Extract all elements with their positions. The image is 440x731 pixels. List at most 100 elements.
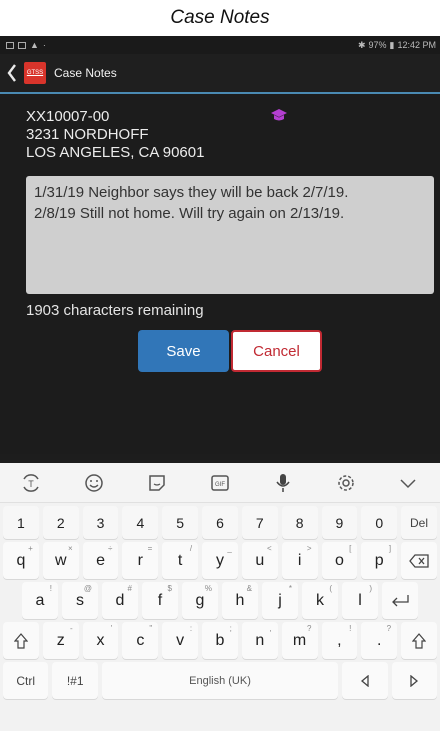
- key-x[interactable]: x ': [82, 622, 119, 659]
- key-5[interactable]: 5: [162, 506, 199, 539]
- key-period[interactable]: .?: [361, 622, 398, 659]
- save-button[interactable]: Save: [138, 330, 229, 372]
- key-label: y: [215, 551, 224, 569]
- key-alt-label: +: [28, 544, 33, 553]
- key-8[interactable]: 8: [281, 506, 318, 539]
- key-label: .: [376, 631, 382, 649]
- key-p[interactable]: p]: [361, 542, 398, 579]
- key-alt-label: ?: [307, 624, 312, 633]
- key-label: p: [374, 551, 384, 569]
- key-k[interactable]: k(: [302, 582, 338, 619]
- key-label: s: [76, 591, 84, 609]
- shift-left-icon[interactable]: [3, 622, 39, 659]
- key-d[interactable]: d #: [102, 582, 138, 619]
- key-9[interactable]: 9: [321, 506, 358, 539]
- key-label: z: [56, 631, 65, 649]
- bluetooth-icon: ✱: [357, 39, 366, 50]
- key-c[interactable]: c ": [122, 622, 159, 659]
- key-e[interactable]: e ÷: [82, 542, 119, 579]
- key-7[interactable]: 7: [241, 506, 278, 539]
- cursor-right-key[interactable]: [391, 662, 438, 699]
- key-alt-label: -: [69, 624, 73, 633]
- settings-icon[interactable]: [326, 465, 366, 501]
- key-label: m: [292, 631, 307, 649]
- key-delete[interactable]: Del: [401, 506, 437, 539]
- svg-text:GIF: GIF: [215, 482, 225, 488]
- back-arrow-icon[interactable]: [4, 58, 20, 88]
- key-label: 0: [375, 514, 384, 531]
- key-b[interactable]: b;: [202, 622, 238, 659]
- key-6[interactable]: 6: [202, 506, 238, 539]
- backspace-icon[interactable]: [401, 542, 437, 579]
- case-address: XX10007-00 3231 NORDHOFF LOS ANGELES, CA…: [26, 108, 204, 162]
- status-icons-left: ▲ ·: [6, 40, 46, 50]
- key-m[interactable]: m?: [281, 622, 318, 659]
- key-h[interactable]: h &: [222, 582, 258, 619]
- device-screen: ▲ · ✱ 97% ▮ 12:42 PM GTSS Case Notes XX1…: [0, 36, 440, 731]
- key-label: t: [177, 551, 183, 569]
- gallery-icon: [6, 41, 14, 49]
- key-2[interactable]: 2: [42, 506, 79, 539]
- ctrl-key[interactable]: Ctrl: [3, 662, 49, 699]
- letter-row-2: a! s @ d # f $ g% h & j * k(l): [0, 582, 440, 619]
- case-notes-textarea[interactable]: 1/31/19 Neighbor says they will be back …: [26, 176, 434, 294]
- key-label: h: [235, 591, 245, 609]
- shift-right-icon[interactable]: [401, 622, 437, 659]
- gif-icon[interactable]: GIF: [200, 465, 240, 501]
- key-z[interactable]: z-: [42, 622, 79, 659]
- key-s[interactable]: s @: [62, 582, 98, 619]
- clock: 12:42 PM: [397, 40, 436, 50]
- key-a[interactable]: a!: [22, 582, 58, 619]
- key-label: 3: [96, 514, 105, 531]
- key-alt-label: /: [189, 544, 193, 553]
- key-r[interactable]: r =: [122, 542, 159, 579]
- key-label: e: [96, 551, 105, 569]
- key-i[interactable]: i >: [281, 542, 318, 579]
- key-label: 1: [17, 514, 25, 531]
- key-t[interactable]: t /: [162, 542, 199, 579]
- key-alt-label: ]: [388, 544, 392, 553]
- key-j[interactable]: j *: [262, 582, 298, 619]
- on-screen-keyboard: T GIF 1 2 3 4 5 6 7 8 9 0 Del q + w × e ÷ r = t / y _ u < i > o[p]: [0, 463, 440, 731]
- key-g[interactable]: g%: [182, 582, 218, 619]
- key-u[interactable]: u <: [241, 542, 278, 579]
- key-1[interactable]: 1: [3, 506, 39, 539]
- key-alt-label: ?: [386, 624, 392, 633]
- key-0[interactable]: 0: [361, 506, 398, 539]
- symbols-key[interactable]: !#1: [52, 662, 98, 699]
- key-v[interactable]: v:: [162, 622, 199, 659]
- enter-icon[interactable]: [382, 582, 418, 619]
- key-label: c: [136, 631, 145, 649]
- key-n[interactable]: n,: [241, 622, 278, 659]
- screenshot-icon: [18, 41, 26, 49]
- key-label: 7: [255, 514, 264, 531]
- space-key[interactable]: English (UK): [101, 662, 339, 699]
- key-label: 2: [56, 514, 65, 531]
- key-o[interactable]: o[: [321, 542, 358, 579]
- key-y[interactable]: y _: [202, 542, 238, 579]
- collapse-icon[interactable]: [388, 465, 428, 501]
- cancel-button[interactable]: Cancel: [231, 330, 322, 372]
- key-4[interactable]: 4: [122, 506, 159, 539]
- translate-icon[interactable]: T: [11, 465, 51, 501]
- key-alt-label: (: [329, 584, 332, 593]
- key-comma[interactable]: ,!: [321, 622, 358, 659]
- emoji-icon[interactable]: [74, 465, 114, 501]
- key-l[interactable]: l): [342, 582, 378, 619]
- mic-icon[interactable]: [263, 465, 303, 501]
- key-alt-label: >: [306, 544, 312, 553]
- key-label: g: [195, 591, 205, 609]
- key-3[interactable]: 3: [82, 506, 119, 539]
- key-alt-label: ': [110, 624, 113, 633]
- key-w[interactable]: w ×: [42, 542, 79, 579]
- key-label: 4: [136, 514, 145, 531]
- sticker-icon[interactable]: [137, 465, 177, 501]
- key-label: 6: [216, 514, 224, 531]
- cursor-left-key[interactable]: [342, 662, 388, 699]
- key-q[interactable]: q +: [3, 542, 39, 579]
- app-title: Case Notes: [54, 66, 117, 80]
- key-label: Del: [410, 515, 429, 530]
- key-f[interactable]: f $: [142, 582, 178, 619]
- key-alt-label: :: [189, 624, 193, 633]
- key-label: n: [255, 631, 265, 649]
